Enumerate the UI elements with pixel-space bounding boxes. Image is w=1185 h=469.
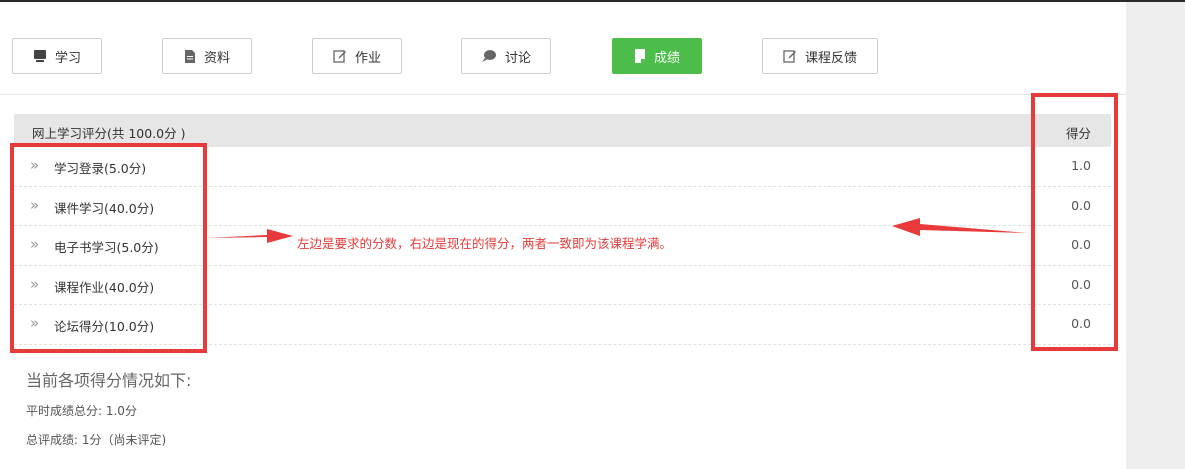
report-icon: [634, 49, 645, 63]
summary-title: 当前各项得分情况如下:: [26, 371, 192, 390]
tab-discussion[interactable]: 讨论: [461, 38, 551, 74]
annotation-note: 左边是要求的分数，右边是现在的得分，两者一致即为该课程学满。: [297, 236, 673, 251]
annotation-box-right: [1031, 93, 1118, 351]
final-score: 总评成绩: 1分（尚未评定): [26, 433, 167, 447]
edit-icon: [783, 50, 796, 63]
regular-score-total: 平时成绩总分: 1.0分: [26, 404, 137, 418]
document-icon: [184, 49, 195, 63]
tab-label: 学习: [54, 50, 81, 66]
tab-label: 资料: [203, 50, 230, 66]
edit-icon: [333, 50, 346, 63]
header-label: 网上学习评分(共 100.0分 ): [32, 126, 186, 141]
right-gutter: [1126, 2, 1185, 469]
tab-label: 课程反馈: [804, 50, 857, 66]
tab-label: 讨论: [504, 50, 531, 66]
course-nav: 学习 资料 作业 讨论 成绩 课程反馈: [0, 2, 1126, 95]
arrow-right-icon: [207, 229, 293, 243]
arrow-left-icon: [892, 218, 1028, 236]
tab-label: 成绩: [653, 50, 680, 66]
tab-label: 作业: [354, 50, 381, 66]
tab-homework[interactable]: 作业: [312, 38, 402, 74]
tab-course-feedback[interactable]: 课程反馈: [762, 38, 878, 74]
tab-grades[interactable]: 成绩: [612, 38, 702, 74]
tab-materials[interactable]: 资料: [162, 38, 252, 74]
tab-study[interactable]: 学习: [12, 38, 102, 74]
monitor-icon: [33, 50, 46, 62]
annotation-box-left: [10, 143, 207, 353]
chat-bubble-icon: [481, 50, 496, 62]
